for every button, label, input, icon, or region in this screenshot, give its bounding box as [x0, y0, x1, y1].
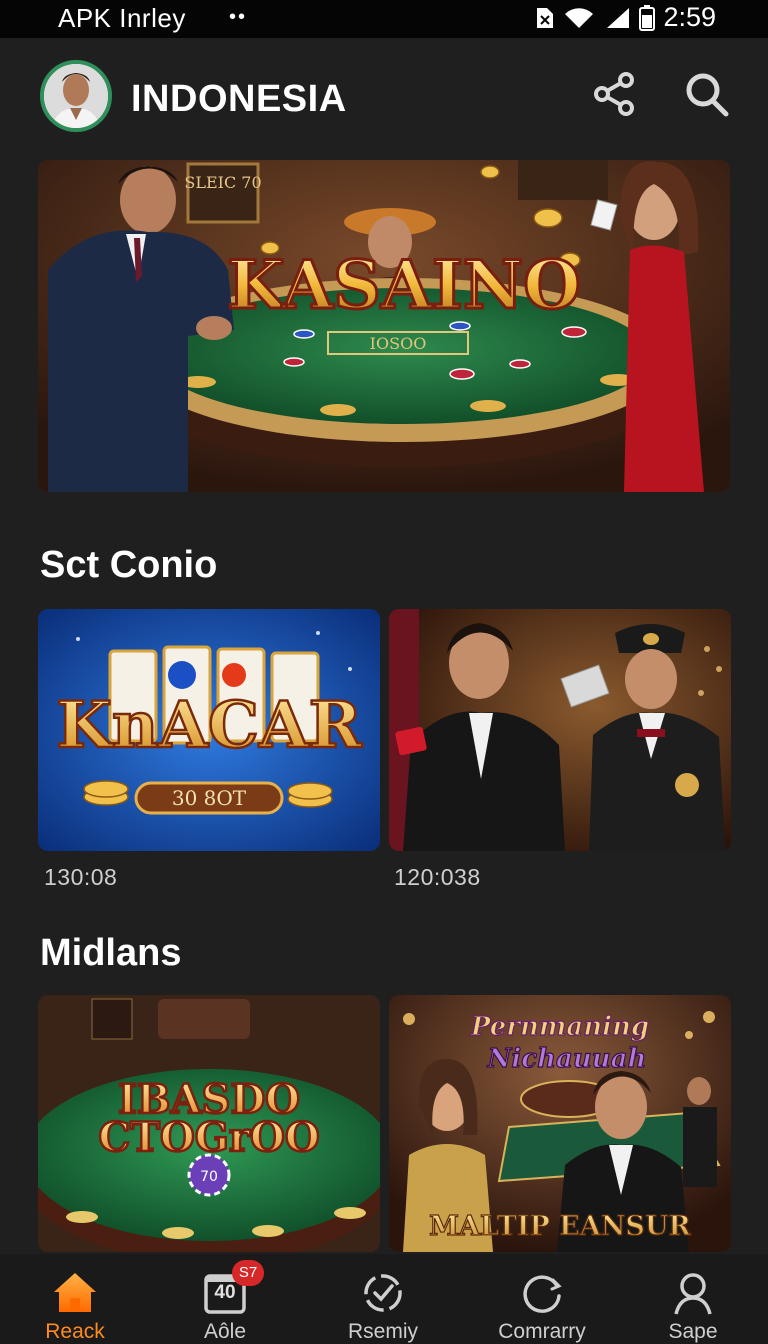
nav-item-company[interactable]: Comrarry [467, 1254, 617, 1344]
game-card[interactable]: Pernmaning Nichauuah MALTIP EANSUR [389, 995, 731, 1252]
card-meta: 120:038 [394, 864, 481, 890]
wall-sign-text: SLEIC 70 [184, 173, 261, 192]
card-meta: 130:08 [44, 864, 118, 890]
calendar-number: 40 [214, 1282, 236, 1303]
table-text: IOSOO [370, 334, 427, 353]
sim-icon [537, 7, 554, 28]
hero-casino-illustration: SLEIC 70 IOSOO KASAINO [38, 160, 730, 492]
hero-banner[interactable]: SLEIC 70 IOSOO KASAINO [38, 160, 730, 492]
nav-label-company: Comrarry [498, 1320, 586, 1343]
avatar[interactable] [40, 60, 112, 132]
live-dealer-art [389, 609, 731, 851]
signal-icon [607, 7, 630, 28]
avatar-portrait [44, 64, 108, 128]
promo-banner-text: MALTIP EANSUR [429, 1211, 691, 1242]
promo-script-2: Nichauuah [487, 1044, 647, 1074]
game-card[interactable] [389, 609, 731, 851]
nav-label-home: Reack [45, 1320, 105, 1343]
section-title: Midlans [40, 932, 182, 974]
battery-icon [639, 4, 656, 31]
chip-text: 70 [200, 1169, 218, 1185]
table-game-art: IBASDO CTOGrOO 70 [38, 995, 380, 1252]
status-time: 2:59 [663, 2, 716, 32]
search-icon[interactable] [682, 70, 730, 118]
game-card[interactable]: IBASDO CTOGrOO 70 [38, 995, 380, 1252]
nav-item-calendar[interactable]: 40 S7 Aôle [150, 1254, 300, 1344]
nav-label-check: Rsemiy [347, 1320, 418, 1343]
slot-plaque-text: 30 8OT [172, 786, 247, 810]
nav-item-home[interactable]: Reack [0, 1254, 150, 1344]
game-card[interactable]: KnACAR 30 8OT [38, 609, 380, 851]
nav-item-profile[interactable]: Sape [618, 1254, 768, 1344]
section-title: Sct Conio [40, 544, 218, 586]
notification-badge: S7 [232, 1260, 264, 1286]
check-circle-icon [364, 1274, 402, 1312]
nav-label-profile: Sape [668, 1320, 718, 1343]
nav-item-check[interactable]: Rsemiy [308, 1254, 458, 1344]
bottom-nav: Reack 40 S7 Aôle Rsemiy Comrarry Sape [0, 1254, 768, 1344]
nav-label-calendar: Aôle [203, 1320, 247, 1343]
status-bar: APK Inrley •• 2:59 [0, 0, 768, 38]
share-icon[interactable] [590, 70, 638, 118]
wifi-icon [565, 7, 594, 28]
promo-script-1: Pernmaning [470, 1012, 649, 1042]
slot-game-art: KnACAR 30 8OT [38, 609, 380, 851]
hero-logo-text: KASAINO [227, 246, 580, 324]
home-icon [54, 1273, 96, 1312]
status-app-label: APK Inrley [58, 3, 186, 33]
roulette-game-art: Pernmaning Nichauuah MALTIP EANSUR [389, 995, 731, 1252]
status-dots: •• [229, 6, 248, 28]
app-header: INDONESIA [0, 38, 768, 158]
refresh-icon [523, 1275, 562, 1313]
slot-title-text: KnACAR [56, 688, 362, 763]
user-icon [674, 1273, 712, 1315]
page-title: INDONESIA [131, 78, 347, 120]
